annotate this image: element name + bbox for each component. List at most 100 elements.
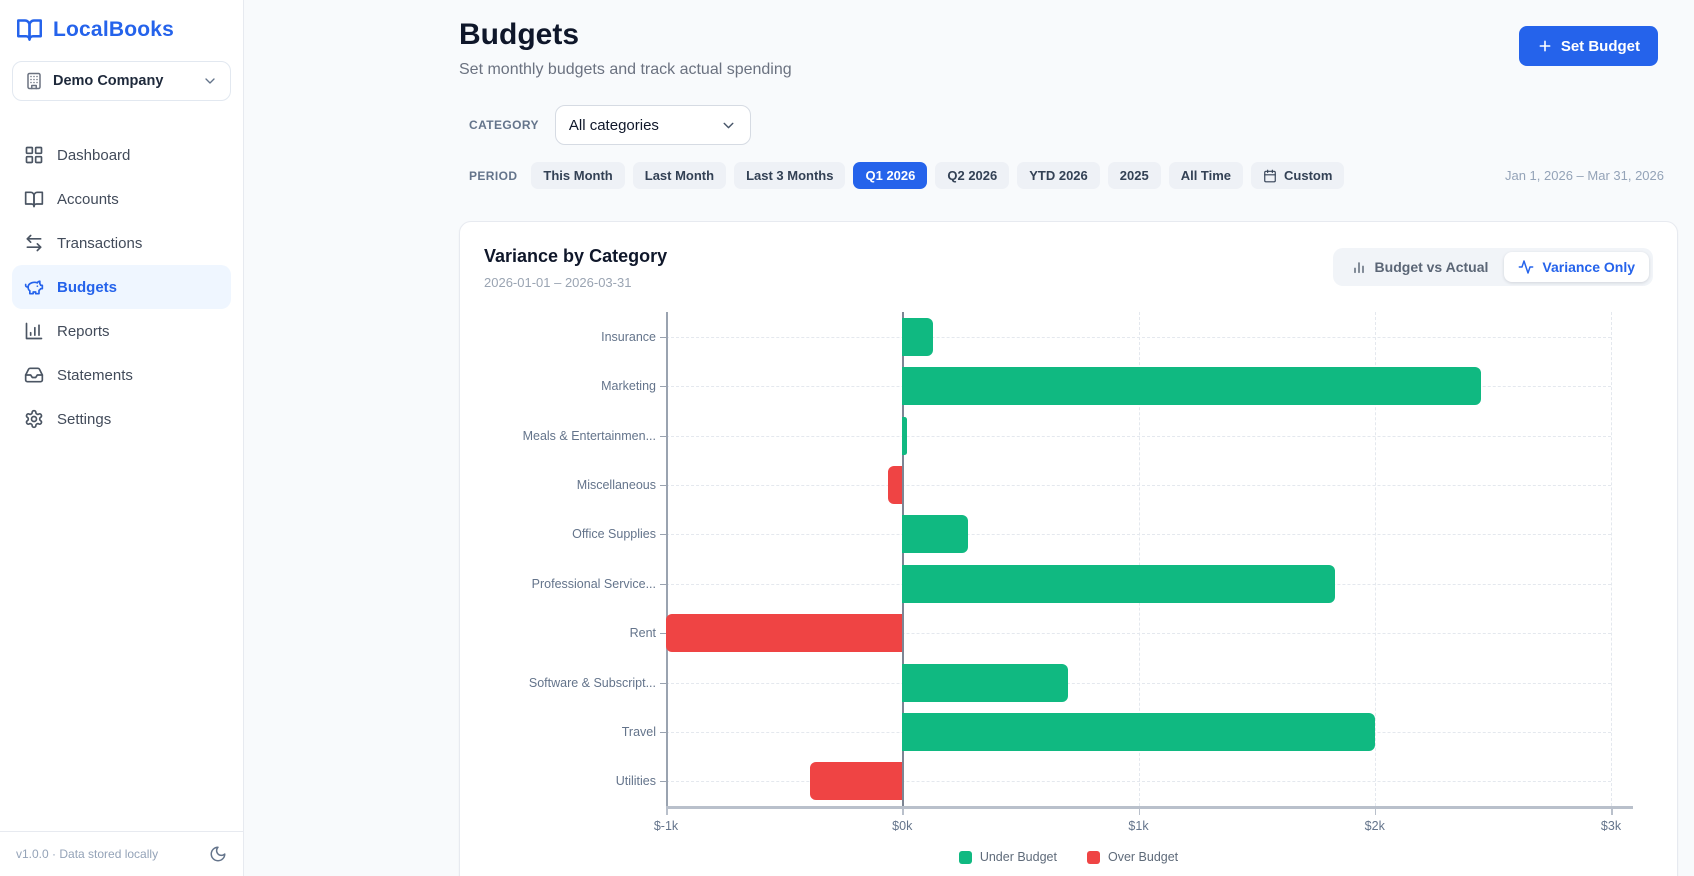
variance-chart: Insurance Marketing Meals & Entertainmen..… (484, 296, 1653, 876)
main-content: Budgets Set monthly budgets and track ac… (244, 0, 1694, 876)
reports-icon (25, 322, 43, 340)
legend-item[interactable]: Over Budget (1086, 850, 1179, 864)
sidebar-item-accounts[interactable]: Accounts (12, 177, 231, 221)
sidebar-footer: v1.0.0 · Data stored locally (0, 831, 243, 876)
legend-label: Over Budget (1107, 850, 1179, 864)
moon-icon[interactable] (209, 845, 227, 863)
variance-bar-positive[interactable] (902, 367, 1482, 406)
chevron-down-icon (723, 122, 734, 128)
sidebar-item-reports[interactable]: Reports (12, 309, 231, 353)
sidebar-item-budgets[interactable]: Budgets (12, 265, 231, 309)
period-pill-custom[interactable]: Custom (1251, 162, 1345, 189)
toggle-budget-vs-actual[interactable]: Budget vs Actual (1337, 252, 1503, 282)
period-filter-label: PERIOD (469, 168, 518, 183)
app-name: LocalBooks (53, 17, 175, 41)
chart-title: Variance by Category (484, 246, 668, 266)
period-pill-q2-2026[interactable]: Q2 2026 (935, 162, 1010, 189)
legend-item[interactable]: Under Budget (958, 850, 1057, 864)
variance-bar-negative[interactable] (666, 614, 903, 653)
budgets-icon (24, 280, 44, 295)
period-pill-last-month[interactable]: Last Month (632, 162, 727, 189)
page-header: Budgets Set monthly budgets and track ac… (459, 16, 1678, 79)
chevron-down-icon (205, 78, 215, 84)
date-range: Jan 1, 2026 – Mar 31, 2026 (1504, 168, 1664, 183)
variance-bar-positive[interactable] (902, 712, 1375, 751)
sidebar-item-label: Statements (57, 366, 133, 384)
variance-bar-positive[interactable] (902, 416, 907, 455)
category-label: Marketing (601, 379, 656, 394)
page-subtitle: Set monthly budgets and track actual spe… (459, 61, 792, 78)
period-pill-custom-label: Custom (1284, 168, 1333, 183)
dashboard-icon (25, 146, 43, 164)
x-axis-tick (666, 808, 668, 815)
variance-bar-positive[interactable] (902, 515, 969, 554)
chart-mode-toggle: Budget vs Actual Variance Only (1332, 248, 1653, 286)
category-select[interactable]: All categories (554, 105, 751, 145)
sidebar-item-label: Accounts (57, 190, 119, 208)
x-axis-tick (902, 808, 904, 815)
statements-icon (24, 367, 44, 383)
variance-bar-positive[interactable] (902, 317, 933, 356)
period-pill-ytd-2026[interactable]: YTD 2026 (1017, 162, 1100, 189)
sidebar-item-dashboard[interactable]: Dashboard (12, 133, 231, 177)
transactions-icon (26, 234, 42, 252)
book-logo-icon (17, 19, 42, 41)
category-label: Miscellaneous (576, 477, 656, 492)
x-axis-tick (1611, 808, 1613, 815)
company-name: Demo Company (53, 73, 164, 89)
variance-card: Variance by Category 2026-01-01 – 2026-0… (459, 221, 1678, 876)
sidebar-item-settings[interactable]: Settings (12, 397, 231, 441)
sidebar-item-label: Settings (57, 410, 112, 428)
category-label: Rent (629, 626, 656, 641)
period-pill-this-month[interactable]: This Month (531, 162, 625, 189)
variance-bar-negative[interactable] (810, 762, 903, 801)
category-label: Meals & Entertainmen... (522, 428, 656, 443)
period-pill-all-time[interactable]: All Time (1168, 162, 1244, 189)
category-axis-line (666, 312, 668, 806)
category-label: Professional Service... (531, 576, 656, 591)
bar-chart-icon (1353, 262, 1364, 274)
x-axis-tick-label: $0k (892, 819, 913, 833)
variance-bar-positive[interactable] (902, 663, 1068, 702)
toggle-label: Variance Only (1542, 259, 1635, 275)
plus-icon (1539, 40, 1551, 52)
period-pill-2025[interactable]: 2025 (1107, 162, 1161, 189)
category-label: Office Supplies (572, 527, 656, 542)
settings-icon (25, 409, 43, 429)
sidebar-item-label: Transactions (57, 234, 143, 252)
category-label: Software & Subscript... (528, 675, 656, 690)
variance-card-header: Variance by Category 2026-01-01 – 2026-0… (484, 246, 1653, 290)
x-axis-tick (1374, 808, 1377, 815)
company-selector[interactable]: Demo Company (12, 61, 231, 101)
toggle-variance-only[interactable]: Variance Only (1504, 252, 1649, 282)
page-title: Budgets (459, 18, 579, 51)
value-gridline (1611, 312, 1612, 806)
chart-date-range: 2026-01-01 – 2026-03-31 (484, 275, 632, 290)
variance-bar-positive[interactable] (902, 564, 1335, 603)
accounts-icon (24, 191, 44, 208)
category-label: Utilities (615, 774, 656, 789)
legend-swatch (1086, 850, 1100, 864)
sidebar-item-label: Dashboard (57, 146, 131, 164)
building-icon (27, 72, 41, 90)
category-label: Insurance (601, 329, 656, 344)
set-budget-label: Set Budget (1560, 37, 1640, 55)
set-budget-button[interactable]: Set Budget (1518, 26, 1658, 66)
chart-legend: Under Budget Over Budget (484, 850, 1653, 864)
variance-bar-negative[interactable] (888, 465, 903, 504)
x-axis-tick-label: $1k (1128, 819, 1149, 833)
activity-icon (1518, 260, 1534, 274)
legend-label: Under Budget (979, 850, 1057, 864)
period-pill-q1-2026[interactable]: Q1 2026 (853, 162, 928, 189)
sidebar-item-transactions[interactable]: Transactions (12, 221, 231, 265)
app-logo: LocalBooks (0, 0, 243, 49)
legend-swatch (958, 850, 972, 864)
x-axis-tick (1138, 808, 1140, 815)
toggle-label: Budget vs Actual (1374, 259, 1489, 275)
period-pill-last-3-months[interactable]: Last 3 Months (734, 162, 846, 189)
sidebar-item-statements[interactable]: Statements (12, 353, 231, 397)
category-select-value: All categories (568, 116, 659, 134)
sidebar-item-label: Reports (57, 322, 110, 340)
sidebar: LocalBooks Demo Company Dashboard Accoun… (0, 0, 244, 876)
version-note: v1.0.0 · Data stored locally (16, 847, 159, 861)
